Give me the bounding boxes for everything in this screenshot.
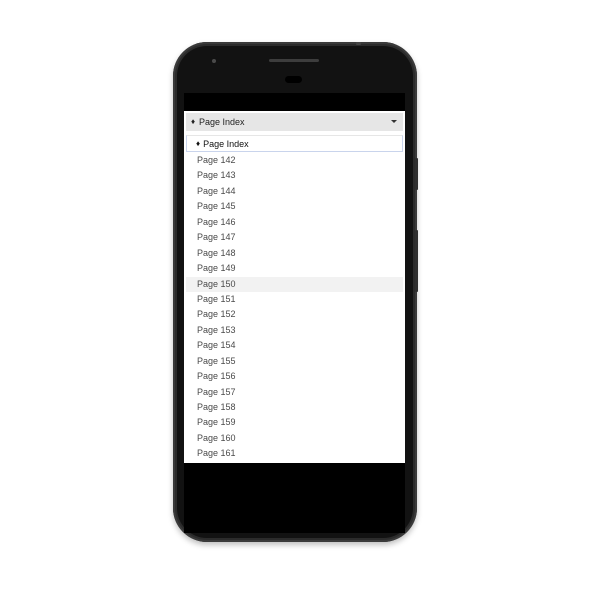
dropdown-option[interactable]: Page 150 — [186, 276, 403, 292]
dropdown-header-label: Page Index — [203, 138, 249, 149]
stage: ♦ Page Index ♦ Page Index Page 142 Page 1… — [0, 0, 591, 592]
dropdown-header-option[interactable]: ♦ Page Index — [186, 135, 403, 152]
dropdown-option[interactable]: Page 144 — [186, 184, 403, 199]
dropdown-option[interactable]: Page 157 — [186, 385, 403, 400]
dropdown-option[interactable]: Page 146 — [186, 215, 403, 230]
dropdown-option[interactable]: Page 155 — [186, 354, 403, 369]
dropdown-option[interactable]: Page 145 — [186, 199, 403, 214]
page-content: ♦ Page Index ♦ Page Index Page 142 Page 1… — [184, 111, 405, 463]
front-camera-icon — [212, 59, 216, 63]
dropdown-option[interactable]: Page 147 — [186, 230, 403, 245]
dropdown-option[interactable]: Page 153 — [186, 323, 403, 338]
dropdown-option[interactable]: Page 143 — [186, 168, 403, 183]
dropdown-option[interactable]: Page 148 — [186, 246, 403, 261]
dropdown-option[interactable]: Page 154 — [186, 338, 403, 353]
dropdown-option[interactable]: Page 156 — [186, 369, 403, 384]
dropdown-option[interactable]: Page 151 — [186, 292, 403, 307]
diamond-icon: ♦ — [196, 138, 201, 148]
diamond-icon: ♦ — [191, 117, 196, 126]
chevron-down-icon[interactable] — [391, 120, 397, 123]
phone-screen: ♦ Page Index ♦ Page Index Page 142 Page 1… — [184, 93, 405, 533]
dropdown-option[interactable]: Page 142 — [186, 153, 403, 168]
dropdown-option[interactable]: Page 158 — [186, 400, 403, 415]
volume-button — [415, 230, 418, 292]
page-index-dropdown: ♦ Page Index Page 142 Page 143 Page 144 Pag… — [184, 133, 405, 463]
proximity-sensor — [285, 76, 302, 83]
power-button — [415, 158, 418, 190]
dropdown-option[interactable]: Page 160 — [186, 431, 403, 446]
dropdown-option[interactable]: Page 152 — [186, 307, 403, 322]
dropdown-option[interactable]: Page 159 — [186, 415, 403, 430]
dropdown-options-list: Page 142 Page 143 Page 144 Page 145 Page 146… — [184, 153, 405, 462]
page-index-select[interactable]: ♦ Page Index — [186, 113, 403, 131]
dropdown-option[interactable]: Page 149 — [186, 261, 403, 276]
dropdown-option[interactable]: Page 161 — [186, 446, 403, 461]
earpiece-speaker — [269, 59, 319, 62]
select-label: Page Index — [199, 117, 245, 127]
phone-top-nub — [356, 42, 361, 45]
